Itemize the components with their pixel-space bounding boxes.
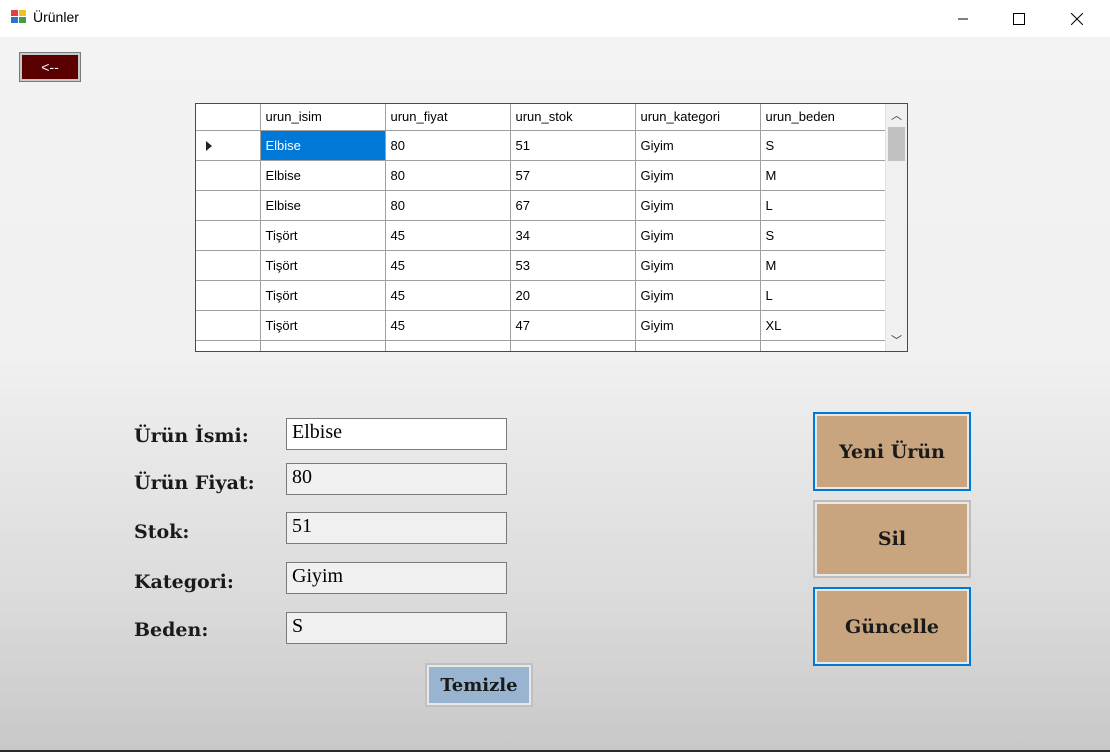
grid-body: Elbise 80 51 Giyim S Elbise 80 57 Giyim M Elbise 80… [196,130,886,351]
cell-urun-kategori[interactable]: Giyim [635,220,761,251]
cell-urun-fiyat[interactable] [385,340,511,351]
cell-urun-stok[interactable]: 53 [510,250,636,281]
clear-button[interactable]: Temizle [425,663,533,707]
stok-input[interactable]: 51 [286,512,507,544]
cell-urun-stok[interactable]: 20 [510,280,636,311]
products-data-grid[interactable]: urun_isim urun_fiyat urun_stok urun_kate… [195,103,908,352]
label-beden: Beden: [134,619,209,641]
table-row[interactable]: Tişört 45 47 Giyim XL [196,310,886,341]
close-icon [1071,12,1083,25]
cell-urun-beden[interactable]: XL [760,310,886,341]
cell-urun-isim[interactable]: Tişört [260,220,386,251]
cell-urun-stok[interactable]: 34 [510,220,636,251]
update-button[interactable]: Güncelle [813,587,971,666]
grid-header-row: urun_isim urun_fiyat urun_stok urun_kate… [196,104,886,131]
form-client-area: <-- urun_isim urun_fiyat urun_stok urun_… [0,37,1110,752]
row-header[interactable] [196,340,261,351]
new-product-button[interactable]: Yeni Ürün [813,412,971,491]
urun-ismi-input[interactable]: Elbise [286,418,507,450]
delete-button[interactable]: Sil [813,500,971,578]
cell-urun-fiyat[interactable]: 45 [385,280,511,311]
column-header-urun-beden[interactable]: urun_beden [760,104,886,131]
scroll-up-icon[interactable]: ︿ [886,104,907,126]
cell-urun-beden[interactable]: S [760,220,886,251]
cell-urun-stok[interactable]: 47 [510,310,636,341]
cell-urun-isim[interactable]: Tişört [260,250,386,281]
back-button[interactable]: <-- [19,52,81,82]
cell-urun-beden[interactable] [760,340,886,351]
minimize-icon [958,18,968,19]
cell-urun-fiyat[interactable]: 80 [385,130,511,161]
cell-urun-isim[interactable]: Elbise [260,190,386,221]
cell-urun-beden[interactable]: S [760,130,886,161]
cell-urun-stok[interactable]: 57 [510,160,636,191]
cell-urun-stok[interactable] [510,340,636,351]
beden-input[interactable]: S [286,612,507,644]
cell-urun-kategori[interactable]: Giyim [635,280,761,311]
label-urun-fiyat: Ürün Fiyat: [134,472,255,494]
label-stok: Stok: [134,521,190,543]
cell-urun-isim[interactable] [260,340,386,351]
row-header[interactable] [196,190,261,221]
column-header-urun-stok[interactable]: urun_stok [510,104,636,131]
label-kategori: Kategori: [134,571,234,593]
cell-urun-beden[interactable]: M [760,160,886,191]
row-header[interactable] [196,130,261,161]
app-icon [11,10,27,24]
cell-urun-fiyat[interactable]: 45 [385,250,511,281]
scroll-down-icon[interactable]: ﹀ [886,329,907,351]
column-header-urun-isim[interactable]: urun_isim [260,104,386,131]
close-button[interactable] [1048,0,1106,37]
current-row-arrow-icon [206,140,212,151]
cell-urun-beden[interactable]: L [760,280,886,311]
table-row[interactable]: Tişört 45 20 Giyim L [196,280,886,311]
cell-urun-kategori[interactable]: Giyim [635,190,761,221]
cell-urun-beden[interactable]: L [760,190,886,221]
label-urun-ismi: Ürün İsmi: [134,425,249,447]
cell-urun-beden[interactable]: M [760,250,886,281]
table-row[interactable]: Tişört 45 53 Giyim M [196,250,886,281]
maximize-icon [1013,12,1025,25]
cell-urun-isim[interactable]: Elbise [260,160,386,191]
cell-urun-isim[interactable]: Tişört [260,310,386,341]
cell-urun-isim[interactable]: Elbise [260,130,386,161]
column-header-urun-kategori[interactable]: urun_kategori [635,104,761,131]
cell-urun-stok[interactable]: 51 [510,130,636,161]
scroll-thumb[interactable] [888,127,905,161]
minimize-button[interactable] [934,0,992,37]
table-row[interactable] [196,340,886,351]
cell-urun-fiyat[interactable]: 80 [385,190,511,221]
kategori-input[interactable]: Giyim [286,562,507,594]
cell-urun-kategori[interactable]: Giyim [635,160,761,191]
cell-urun-kategori[interactable]: Giyim [635,310,761,341]
row-header[interactable] [196,220,261,251]
grid-corner-header [196,104,261,131]
grid-table: urun_isim urun_fiyat urun_stok urun_kate… [196,104,886,351]
cell-urun-isim[interactable]: Tişört [260,280,386,311]
maximize-button[interactable] [990,0,1048,37]
table-row[interactable]: Elbise 80 51 Giyim S [196,130,886,161]
row-header[interactable] [196,250,261,281]
cell-urun-kategori[interactable] [635,340,761,351]
urun-fiyat-input[interactable]: 80 [286,463,507,495]
title-bar: Ürünler [0,0,1110,37]
table-row[interactable]: Elbise 80 67 Giyim L [196,190,886,221]
table-row[interactable]: Tişört 45 34 Giyim S [196,220,886,251]
cell-urun-stok[interactable]: 67 [510,190,636,221]
cell-urun-fiyat[interactable]: 80 [385,160,511,191]
cell-urun-fiyat[interactable]: 45 [385,220,511,251]
cell-urun-kategori[interactable]: Giyim [635,250,761,281]
window-title: Ürünler [33,9,79,25]
row-header[interactable] [196,280,261,311]
row-header[interactable] [196,160,261,191]
column-header-urun-fiyat[interactable]: urun_fiyat [385,104,511,131]
cell-urun-kategori[interactable]: Giyim [635,130,761,161]
grid-vertical-scrollbar[interactable]: ︿ ﹀ [885,104,907,351]
cell-urun-fiyat[interactable]: 45 [385,310,511,341]
table-row[interactable]: Elbise 80 57 Giyim M [196,160,886,191]
row-header[interactable] [196,310,261,341]
